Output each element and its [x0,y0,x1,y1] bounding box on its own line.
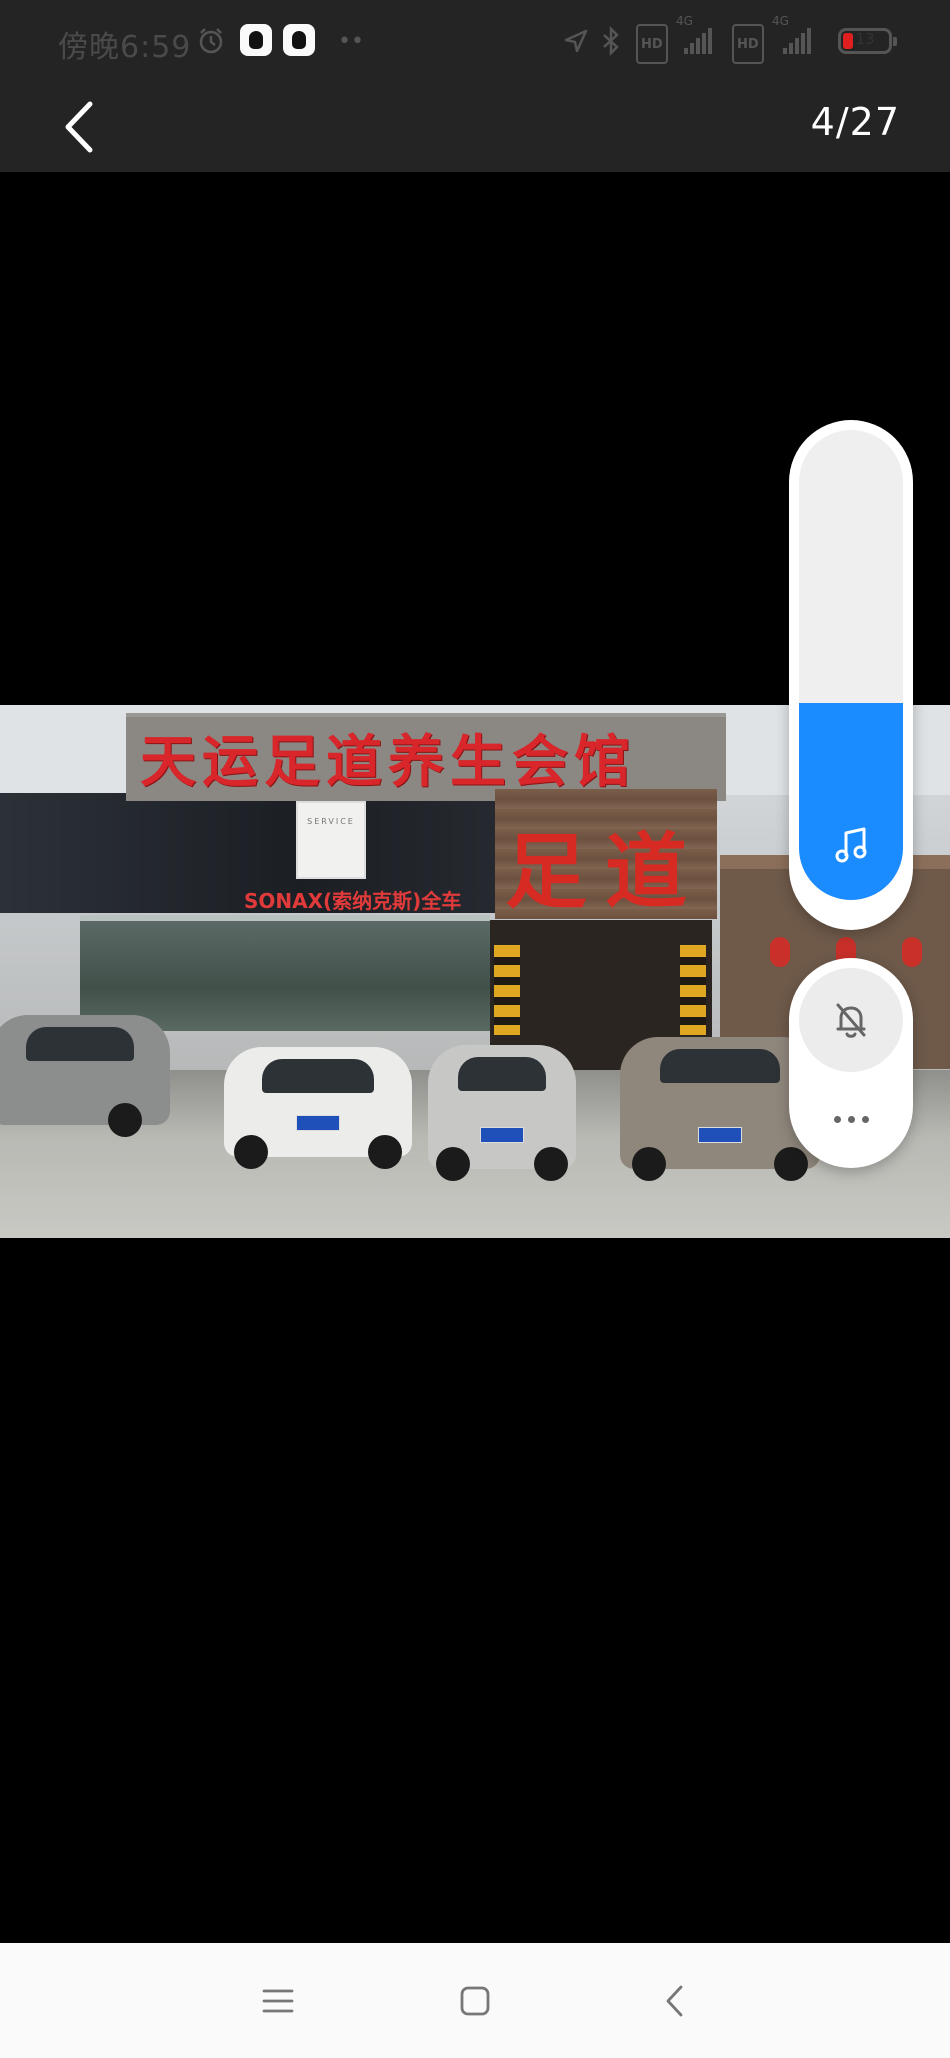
photo-sonax-text: SONAX(索纳克斯)全车 [244,889,462,913]
bell-off-icon [836,1003,866,1038]
qq-icon [283,24,315,56]
qq-icon [240,24,272,56]
viewer-header: 4/27 [0,82,950,172]
mute-button[interactable] [799,968,903,1072]
system-navigation-bar [0,1943,950,2058]
back-button[interactable] [48,95,112,159]
battery-icon: 13 [838,28,897,54]
chevron-left-icon [65,101,93,153]
more-options-button[interactable] [821,1104,881,1134]
home-button[interactable] [445,1971,505,2031]
photo-wood-sign-text: 足道 [505,824,706,920]
battery-level: 13 [855,30,875,48]
photo-shop-window [80,915,490,1031]
photo-car [428,1045,576,1181]
photo-service-card: SERVICE [296,801,366,879]
bluetooth-icon [600,24,622,58]
system-back-button[interactable] [645,1971,705,2031]
more-notifications-icon: •• [338,28,364,54]
menu-lines-icon [262,1989,294,2013]
photo-door-ornament [680,945,706,1035]
hd-icon: HD [732,24,764,64]
page-counter: 4/27 [810,100,900,144]
volume-level-fill [799,702,903,900]
home-square-icon [460,1986,490,2016]
back-chevron-icon [666,1985,683,2017]
sound-options-panel [789,958,913,1168]
photo-car [224,1047,412,1169]
music-note-icon [835,827,867,863]
recent-apps-button[interactable] [248,1971,308,2031]
volume-slider[interactable] [799,430,903,900]
hd-icon: HD [636,24,668,64]
status-bar: 傍晚6:59 •• HD 4G HD 4G 13 [0,0,950,82]
photo-sign-text: 天运足道养生会馆 [140,729,636,795]
status-time: 傍晚6:59 [58,30,192,65]
more-horizontal-icon [833,1115,841,1123]
location-arrow-icon [562,24,590,58]
photo-viewer-screen: 傍晚6:59 •• HD 4G HD 4G 13 4/27 天运足道养生会馆 S… [0,0,950,2058]
photo-door-ornament [494,945,520,1035]
alarm-clock-icon [196,24,226,58]
volume-slider-panel [789,420,913,930]
signal-4g-icon: 4G [772,14,822,58]
photo-car [0,1015,170,1137]
signal-4g-icon: 4G [676,14,720,58]
